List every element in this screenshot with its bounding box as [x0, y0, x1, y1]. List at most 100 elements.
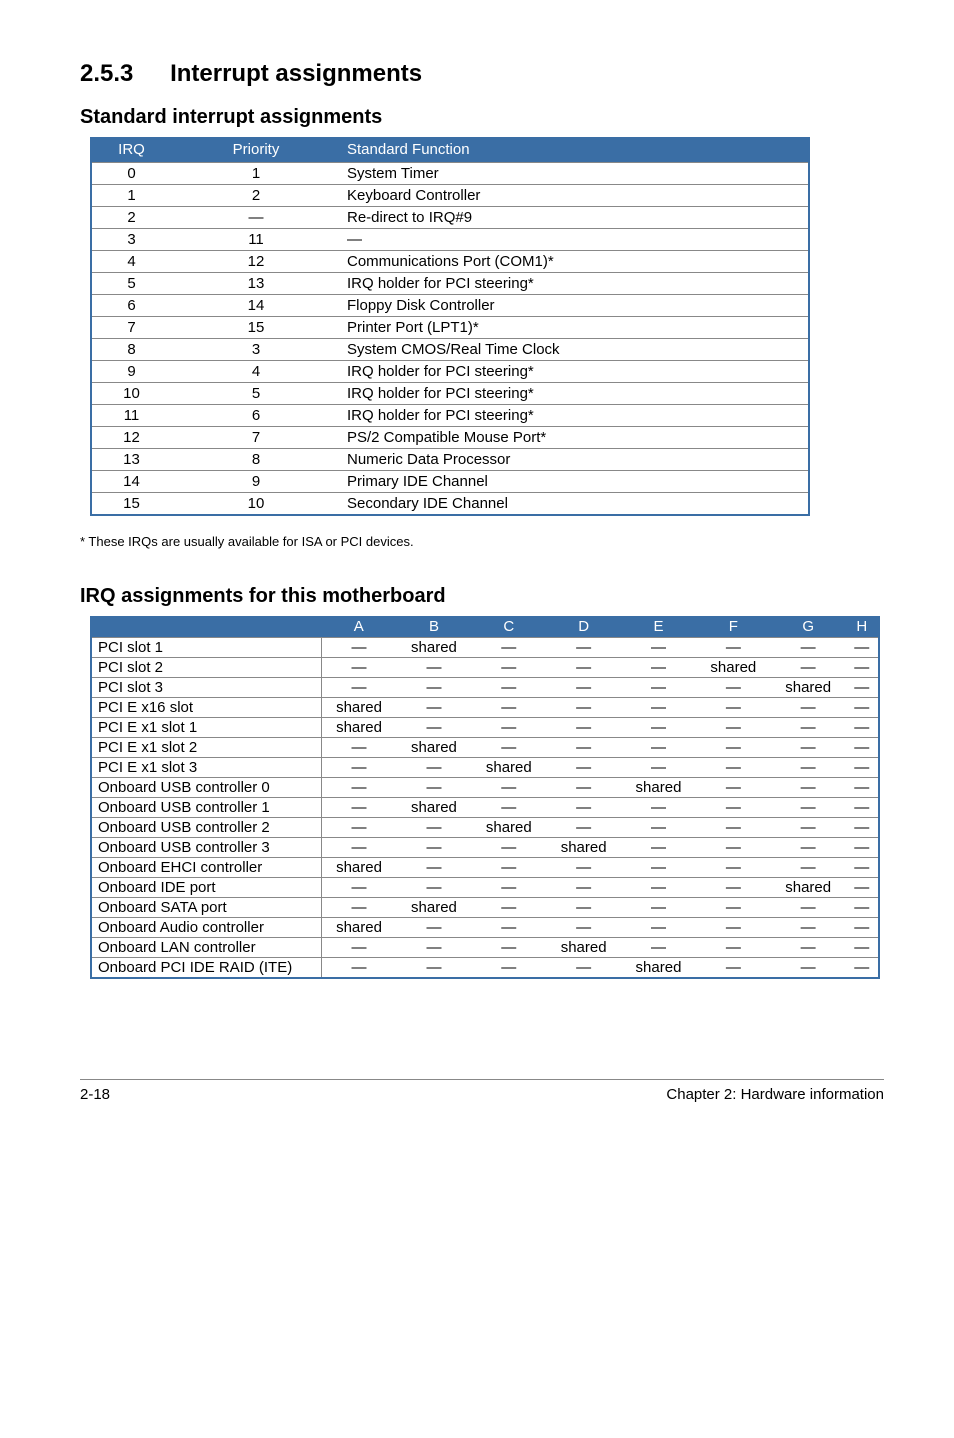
table-row: 116IRQ holder for PCI steering* [91, 405, 809, 427]
assignment-cell: — [321, 878, 397, 898]
assignment-cell: — [471, 638, 546, 658]
assignment-cell: — [546, 638, 621, 658]
priority-cell: 2 [171, 185, 341, 207]
priority-cell: 15 [171, 317, 341, 339]
assignment-cell: — [696, 798, 771, 818]
assignment-cell: — [321, 818, 397, 838]
assignment-cell: — [771, 698, 846, 718]
assignment-cell: — [846, 918, 879, 938]
subheading-board: IRQ assignments for this motherboard [80, 585, 884, 608]
assignment-cell: — [397, 838, 472, 858]
assignment-cell: — [846, 798, 879, 818]
assignment-cell: shared [321, 918, 397, 938]
assignment-cell: — [397, 698, 472, 718]
assignment-cell: — [696, 818, 771, 838]
table-row: 12Keyboard Controller [91, 185, 809, 207]
assignment-cell: — [771, 658, 846, 678]
assignment-cell: — [696, 838, 771, 858]
assignment-cell: shared [771, 878, 846, 898]
table-row: 614Floppy Disk Controller [91, 295, 809, 317]
assignment-cell: — [771, 938, 846, 958]
irq-cell: 2 [91, 207, 171, 229]
irq-cell: 8 [91, 339, 171, 361]
assignment-cell: — [546, 658, 621, 678]
function-cell: Communications Port (COM1)* [341, 251, 809, 273]
table-row: Onboard USB controller 0————shared——— [91, 778, 879, 798]
assignment-cell: — [397, 718, 472, 738]
assignment-cell: — [846, 938, 879, 958]
irq-cell: 11 [91, 405, 171, 427]
assignment-cell: — [397, 958, 472, 979]
assignment-cell: — [696, 938, 771, 958]
function-cell: IRQ holder for PCI steering* [341, 273, 809, 295]
row-label: PCI E x16 slot [91, 698, 321, 718]
assignment-cell: — [846, 958, 879, 979]
assignment-cell: — [321, 758, 397, 778]
assignment-cell: — [321, 898, 397, 918]
table-row: 83System CMOS/Real Time Clock [91, 339, 809, 361]
row-label: Onboard USB controller 1 [91, 798, 321, 818]
assignment-cell: — [696, 898, 771, 918]
board-header-col: C [471, 616, 546, 638]
assignment-cell: — [321, 938, 397, 958]
assignment-cell: — [696, 738, 771, 758]
assignment-cell: — [696, 698, 771, 718]
assignment-cell: — [771, 638, 846, 658]
assignment-cell: — [471, 678, 546, 698]
assignment-cell: — [471, 698, 546, 718]
assignment-cell: — [471, 858, 546, 878]
table-row: 311— [91, 229, 809, 251]
assignment-cell: — [397, 918, 472, 938]
assignment-cell: — [771, 798, 846, 818]
function-cell: — [341, 229, 809, 251]
priority-cell: 12 [171, 251, 341, 273]
table-row: 138Numeric Data Processor [91, 449, 809, 471]
priority-cell: 5 [171, 383, 341, 405]
table-row: 94IRQ holder for PCI steering* [91, 361, 809, 383]
assignment-cell: — [621, 758, 696, 778]
row-label: PCI E x1 slot 3 [91, 758, 321, 778]
assignment-cell: — [846, 658, 879, 678]
assignment-cell: shared [546, 938, 621, 958]
priority-cell: 10 [171, 493, 341, 516]
table-row: 01System Timer [91, 163, 809, 185]
assignment-cell: shared [397, 738, 472, 758]
assignment-cell: — [471, 738, 546, 758]
table-row: PCI slot 3——————shared— [91, 678, 879, 698]
table-row: PCI E x1 slot 2—shared—————— [91, 738, 879, 758]
assignment-cell: — [471, 958, 546, 979]
assignment-cell: — [621, 858, 696, 878]
assignment-cell: — [846, 718, 879, 738]
assignment-cell: — [696, 958, 771, 979]
function-cell: Floppy Disk Controller [341, 295, 809, 317]
table-row: Onboard LAN controller———shared———— [91, 938, 879, 958]
function-cell: Keyboard Controller [341, 185, 809, 207]
section-title: 2.5.3 Interrupt assignments [80, 60, 884, 88]
irq-table: IRQ Priority Standard Function 01System … [90, 137, 810, 516]
assignment-cell: — [546, 858, 621, 878]
irq-cell: 6 [91, 295, 171, 317]
assignment-cell: shared [546, 838, 621, 858]
assignment-cell: — [471, 718, 546, 738]
assignment-cell: — [397, 938, 472, 958]
function-cell: Re-direct to IRQ#9 [341, 207, 809, 229]
row-label: Onboard LAN controller [91, 938, 321, 958]
board-table: ABCDEFGH PCI slot 1—shared——————PCI slot… [90, 616, 880, 979]
assignment-cell: — [471, 838, 546, 858]
row-label: Onboard IDE port [91, 878, 321, 898]
assignment-cell: — [321, 638, 397, 658]
table-row: 1510Secondary IDE Channel [91, 493, 809, 516]
priority-cell: 14 [171, 295, 341, 317]
row-label: Onboard USB controller 0 [91, 778, 321, 798]
table-row: PCI E x1 slot 3——shared————— [91, 758, 879, 778]
assignment-cell: — [696, 918, 771, 938]
assignment-cell: — [471, 658, 546, 678]
function-cell: Numeric Data Processor [341, 449, 809, 471]
assignment-cell: — [621, 838, 696, 858]
assignment-cell: — [696, 858, 771, 878]
row-label: Onboard SATA port [91, 898, 321, 918]
priority-cell: 13 [171, 273, 341, 295]
irq-cell: 10 [91, 383, 171, 405]
assignment-cell: — [621, 638, 696, 658]
assignment-cell: — [846, 758, 879, 778]
